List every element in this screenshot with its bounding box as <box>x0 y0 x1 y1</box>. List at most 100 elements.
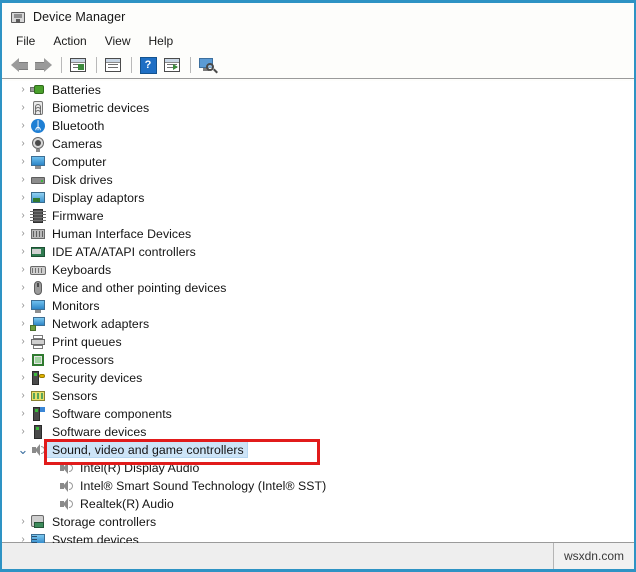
speaker-icon <box>58 460 74 476</box>
tree-item-label: Intel(R) Display Audio <box>80 461 200 475</box>
ide-controller-icon <box>30 244 46 260</box>
tree-item[interactable]: › Print queues <box>2 333 634 351</box>
tree-item-label: Biometric devices <box>52 101 150 115</box>
chevron-right-icon[interactable]: › <box>16 531 30 544</box>
chevron-right-icon[interactable]: › <box>16 261 30 279</box>
help-button[interactable]: ? <box>137 55 159 76</box>
monitor-icon <box>30 298 46 314</box>
tree-item-label: Cameras <box>52 137 103 151</box>
chevron-right-icon[interactable]: › <box>16 207 30 225</box>
chevron-right-icon[interactable]: › <box>16 423 30 441</box>
menu-item-help[interactable]: Help <box>142 32 185 50</box>
menu-item-action[interactable]: Action <box>46 32 97 50</box>
back-button[interactable] <box>8 55 30 76</box>
speaker-icon <box>30 442 46 458</box>
tree-item-label: Display adaptors <box>52 191 145 205</box>
chevron-right-icon[interactable]: › <box>16 243 30 261</box>
menu-item-file[interactable]: File <box>9 32 46 50</box>
speaker-icon <box>58 478 74 494</box>
chevron-right-icon[interactable]: › <box>16 333 30 351</box>
chevron-down-icon[interactable]: ⌄ <box>16 441 30 459</box>
chevron-right-icon[interactable]: › <box>16 387 30 405</box>
tree-item[interactable]: › Monitors <box>2 297 634 315</box>
tree-item[interactable]: › Network adapters <box>2 315 634 333</box>
tree-item[interactable]: › Computer <box>2 153 634 171</box>
chevron-right-icon[interactable]: › <box>16 405 30 423</box>
speaker-icon <box>58 496 74 512</box>
window-play-icon <box>164 58 180 72</box>
tree-item[interactable]: › Software components <box>2 405 634 423</box>
chevron-right-icon[interactable]: › <box>16 117 30 135</box>
chevron-right-icon[interactable]: › <box>16 297 30 315</box>
chevron-right-icon[interactable]: › <box>16 315 30 333</box>
tree-item-label: Sound, video and game controllers <box>52 443 244 457</box>
tree-item[interactable]: › Storage controllers <box>2 513 634 531</box>
tree-item-label: Bluetooth <box>52 119 105 133</box>
tree-item[interactable]: › Human Interface Devices <box>2 225 634 243</box>
toolbar-separator-3 <box>190 57 191 73</box>
tree-item[interactable]: › Disk drives <box>2 171 634 189</box>
chevron-right-icon[interactable]: › <box>16 135 30 153</box>
tree-item[interactable]: › Cameras <box>2 135 634 153</box>
title-bar: Device Manager <box>2 3 634 30</box>
toolbar-separator-2 <box>131 57 132 73</box>
tree-item[interactable]: › Mice and other pointing devices <box>2 279 634 297</box>
tree-item[interactable]: Realtek(R) Audio <box>2 495 634 513</box>
security-device-icon <box>30 370 46 386</box>
chevron-right-icon[interactable]: › <box>16 369 30 387</box>
scan-hardware-changes-button[interactable] <box>196 55 218 76</box>
chevron-right-icon[interactable]: › <box>16 171 30 189</box>
properties-button[interactable] <box>102 55 124 76</box>
tree-item[interactable]: › ᛦ Bluetooth <box>2 117 634 135</box>
properties-window-icon <box>105 58 121 72</box>
menu-item-view[interactable]: View <box>98 32 142 50</box>
tree-item-selected[interactable]: ⌄ Sound, video and game controllers <box>2 441 634 459</box>
hid-icon <box>30 226 46 242</box>
tree-item-label: Software devices <box>52 425 147 439</box>
chevron-right-icon[interactable]: › <box>16 513 30 531</box>
chevron-right-icon[interactable]: › <box>16 225 30 243</box>
system-device-icon <box>30 532 46 543</box>
chevron-right-icon[interactable]: › <box>16 351 30 369</box>
forward-button[interactable] <box>32 55 54 76</box>
tree-item[interactable]: Intel® Smart Sound Technology (Intel® SS… <box>2 477 634 495</box>
scan-monitor-icon <box>198 57 218 73</box>
tree-item[interactable]: Intel(R) Display Audio <box>2 459 634 477</box>
tree-item-label: Computer <box>52 155 107 169</box>
tree-item[interactable]: › Batteries <box>2 81 634 99</box>
question-mark-icon: ? <box>139 56 157 74</box>
chevron-right-icon[interactable]: › <box>16 279 30 297</box>
chevron-right-icon[interactable]: › <box>16 189 30 207</box>
show-hidden-devices-button[interactable] <box>67 55 89 76</box>
tree-item[interactable]: › Sensors <box>2 387 634 405</box>
tree-item[interactable]: › Keyboards <box>2 261 634 279</box>
tree-item[interactable]: › Software devices <box>2 423 634 441</box>
tree-item[interactable]: › Processors <box>2 351 634 369</box>
status-bar: wsxdn.com <box>2 542 634 569</box>
tree-item-label: System devices <box>52 533 139 543</box>
tree-item-label: Security devices <box>52 371 143 385</box>
tree-item[interactable]: › Display adaptors <box>2 189 634 207</box>
chevron-right-icon[interactable]: › <box>16 153 30 171</box>
tree-item-label: Intel® Smart Sound Technology (Intel® SS… <box>80 479 327 493</box>
device-manager-icon <box>10 9 26 25</box>
tree-item[interactable]: › IDE ATA/ATAPI controllers <box>2 243 634 261</box>
tree-item[interactable]: › Firmware <box>2 207 634 225</box>
chevron-placeholder <box>44 495 58 513</box>
chevron-placeholder <box>44 477 58 495</box>
tree-item[interactable]: › Biometric devices <box>2 99 634 117</box>
tree-item[interactable]: › Security devices <box>2 369 634 387</box>
chevron-placeholder <box>44 459 58 477</box>
tree-item-label: Disk drives <box>52 173 113 187</box>
update-driver-button[interactable] <box>161 55 183 76</box>
keyboard-icon <box>30 262 46 278</box>
monitor-icon <box>30 154 46 170</box>
device-tree[interactable]: › Batteries › Biometric devices › ᛦ Bluetooth ›… <box>2 81 634 543</box>
chevron-right-icon[interactable]: › <box>16 81 30 99</box>
forward-arrow-icon <box>34 58 52 72</box>
chevron-right-icon[interactable]: › <box>16 99 30 117</box>
tree-item-label: Processors <box>52 353 115 367</box>
mouse-icon <box>30 280 46 296</box>
tree-item-label: Batteries <box>52 83 101 97</box>
tree-item-label: Realtek(R) Audio <box>80 497 174 511</box>
